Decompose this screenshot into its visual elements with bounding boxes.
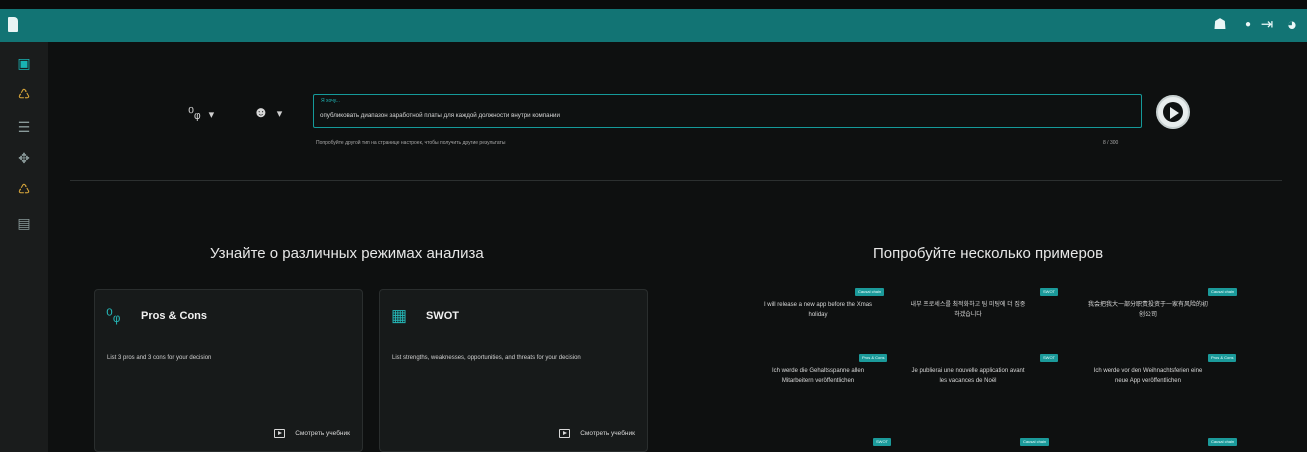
example-text: 내부 프로세스를 최적화하고 팀 미팅에 더 집중하겠습니다 (910, 302, 1026, 318)
example-tag: Causal chain (1208, 438, 1238, 446)
example-text: Je publierai une nouvelle application av… (911, 368, 1025, 384)
example-tag: Causal chain (855, 288, 885, 296)
query-hint: Попробуйте другой тип на странице настро… (316, 140, 506, 146)
examples-title: Попробуйте несколько примеров (873, 245, 1104, 262)
tone-icon: ☻ (253, 104, 269, 121)
character-counter: 8 / 300 (1103, 140, 1119, 146)
watch-tutorial-label: Смотреть учебник (580, 430, 635, 437)
video-icon (274, 429, 286, 438)
top-bar: ☗ ● ⇥ ◕ (0, 9, 1307, 42)
watch-tutorial-button[interactable]: Смотреть учебник (274, 429, 350, 438)
query-field[interactable]: Я хочу... (313, 94, 1142, 128)
video-icon (559, 429, 571, 438)
learn-modes-title: Узнайте о различных режимах анализа (210, 245, 484, 262)
main-content: ⁰ᵩ▾ ☻▾ Я хочу... Попробуйте другой тип н… (48, 42, 1307, 452)
sidebar-item-ideas-icon[interactable]: ♺ (0, 85, 48, 103)
tone-selector[interactable]: ☻ ▾ (253, 104, 282, 121)
example-tag: Causal chain (1208, 288, 1238, 296)
chevron-down-icon: ▾ (276, 108, 283, 120)
mode-card-pros-cons: ⁰ᵩ Pros & Cons List 3 pros and 3 cons fo… (94, 289, 363, 452)
divider (70, 180, 1282, 181)
example-text: Ich werde vor den Weihnachtsferien eine … (1093, 368, 1203, 384)
discord-icon[interactable]: ☗ (1210, 15, 1230, 35)
mode-selector[interactable]: ⁰ᵩ ▾ (188, 104, 214, 122)
chevron-down-icon: ▾ (208, 109, 215, 121)
example-tag: Pros & Cons (859, 354, 888, 362)
app-logo-icon[interactable] (8, 17, 18, 32)
swot-icon: ▦ (391, 306, 408, 325)
pros-cons-icon: ⁰ᵩ (106, 306, 121, 325)
sidebar-item-list-icon[interactable]: ☰ (0, 118, 48, 136)
sidebar-item-ideas-alt-icon[interactable]: ♺ (0, 180, 48, 198)
sidebar: ▣ ♺ ☰ ✥ ♺ ▤ (0, 42, 48, 452)
watch-tutorial-button[interactable]: Смотреть учебник (559, 429, 635, 438)
submit-button[interactable] (1156, 95, 1190, 129)
example-tag: Pros & Cons (1208, 354, 1237, 362)
logout-icon[interactable]: ⇥ (1257, 15, 1277, 35)
mode-card-swot: ▦ SWOT List strengths, weaknesses, oppor… (379, 289, 648, 452)
example-tag: SWOT (1040, 354, 1058, 362)
sidebar-item-compass-icon[interactable]: ✥ (0, 149, 48, 167)
sidebar-item-table-icon[interactable]: ▤ (0, 214, 48, 232)
query-input[interactable] (320, 109, 1120, 121)
card-title: Pros & Cons (141, 310, 208, 322)
sidebar-item-document-icon[interactable]: ▣ (0, 54, 48, 72)
example-text: I will release a new app before the Xmas… (763, 302, 873, 318)
watch-tutorial-label: Смотреть учебник (295, 430, 350, 437)
example-text: Ich werde die Gehaltsspanne allen Mitarb… (771, 368, 865, 384)
card-description: List strengths, weaknesses, opportunitie… (392, 355, 581, 361)
example-tag: Causal chain (1020, 438, 1050, 446)
pros-cons-mode-icon: ⁰ᵩ (188, 105, 201, 122)
query-field-label: Я хочу... (321, 98, 340, 104)
card-description: List 3 pros and 3 cons for your decision (107, 355, 212, 361)
example-tag: SWOT (1040, 288, 1058, 296)
avatar-icon[interactable]: ◕ (1282, 15, 1302, 35)
example-tag: SWOT (873, 438, 891, 446)
card-title: SWOT (426, 310, 459, 322)
example-text: 我会把我大一部分职责投资于一家有风险的初创公司 (1088, 302, 1209, 318)
dot-icon[interactable]: ● (1238, 15, 1258, 35)
